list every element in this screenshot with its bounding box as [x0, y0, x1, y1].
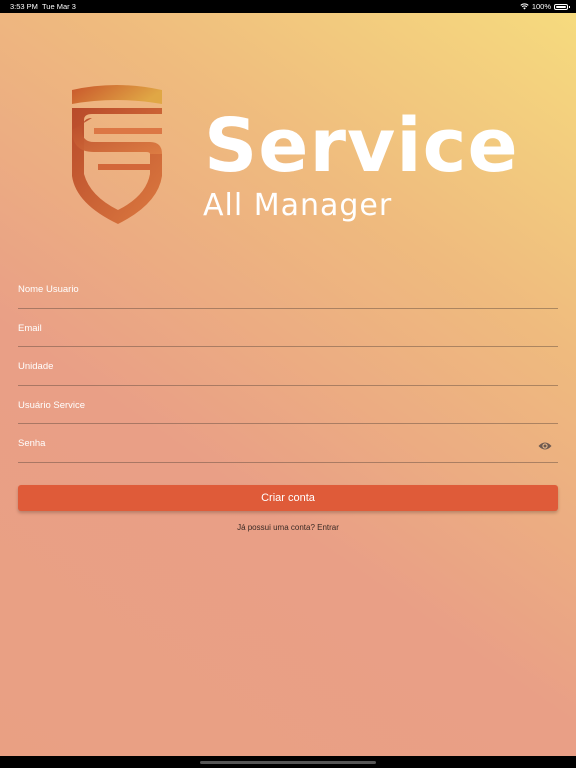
signup-form: [18, 270, 558, 463]
battery-percent: 100%: [531, 2, 551, 11]
bottom-bar: [0, 756, 576, 768]
usuario-service-input[interactable]: [18, 399, 518, 411]
status-right: 100%: [520, 0, 570, 13]
unidade-input[interactable]: [18, 361, 518, 372]
login-prompt: Já possui uma conta?: [237, 523, 315, 532]
senha-field: [18, 424, 558, 463]
unidade-field: [18, 347, 558, 386]
email-field: [18, 309, 558, 347]
brand-title: Service: [204, 103, 519, 189]
home-indicator[interactable]: [200, 761, 376, 764]
brand-subtitle: All Manager: [203, 188, 393, 223]
nome-usuario-field: [18, 270, 558, 309]
status-date: Tue Mar 3: [42, 2, 76, 11]
eye-icon[interactable]: [538, 441, 552, 451]
criar-conta-button[interactable]: Criar conta: [18, 485, 558, 511]
email-input[interactable]: [18, 322, 518, 334]
signup-screen: 3:53 PM Tue Mar 3 100% Service All Manag…: [0, 0, 576, 768]
status-bar: 3:53 PM Tue Mar 3 100%: [0, 0, 576, 13]
wifi-icon: [520, 3, 529, 10]
login-link-row: Já possui uma conta? Entrar: [0, 523, 576, 532]
usuario-service-field: [18, 386, 558, 424]
status-time: 3:53 PM: [10, 2, 38, 11]
nome-usuario-input[interactable]: [18, 284, 518, 295]
battery-icon: [554, 3, 570, 10]
shield-s-logo-icon: [72, 85, 162, 224]
entrar-link[interactable]: Entrar: [317, 523, 339, 532]
brand-logo: Service All Manager: [62, 80, 518, 240]
senha-input[interactable]: [18, 438, 518, 449]
